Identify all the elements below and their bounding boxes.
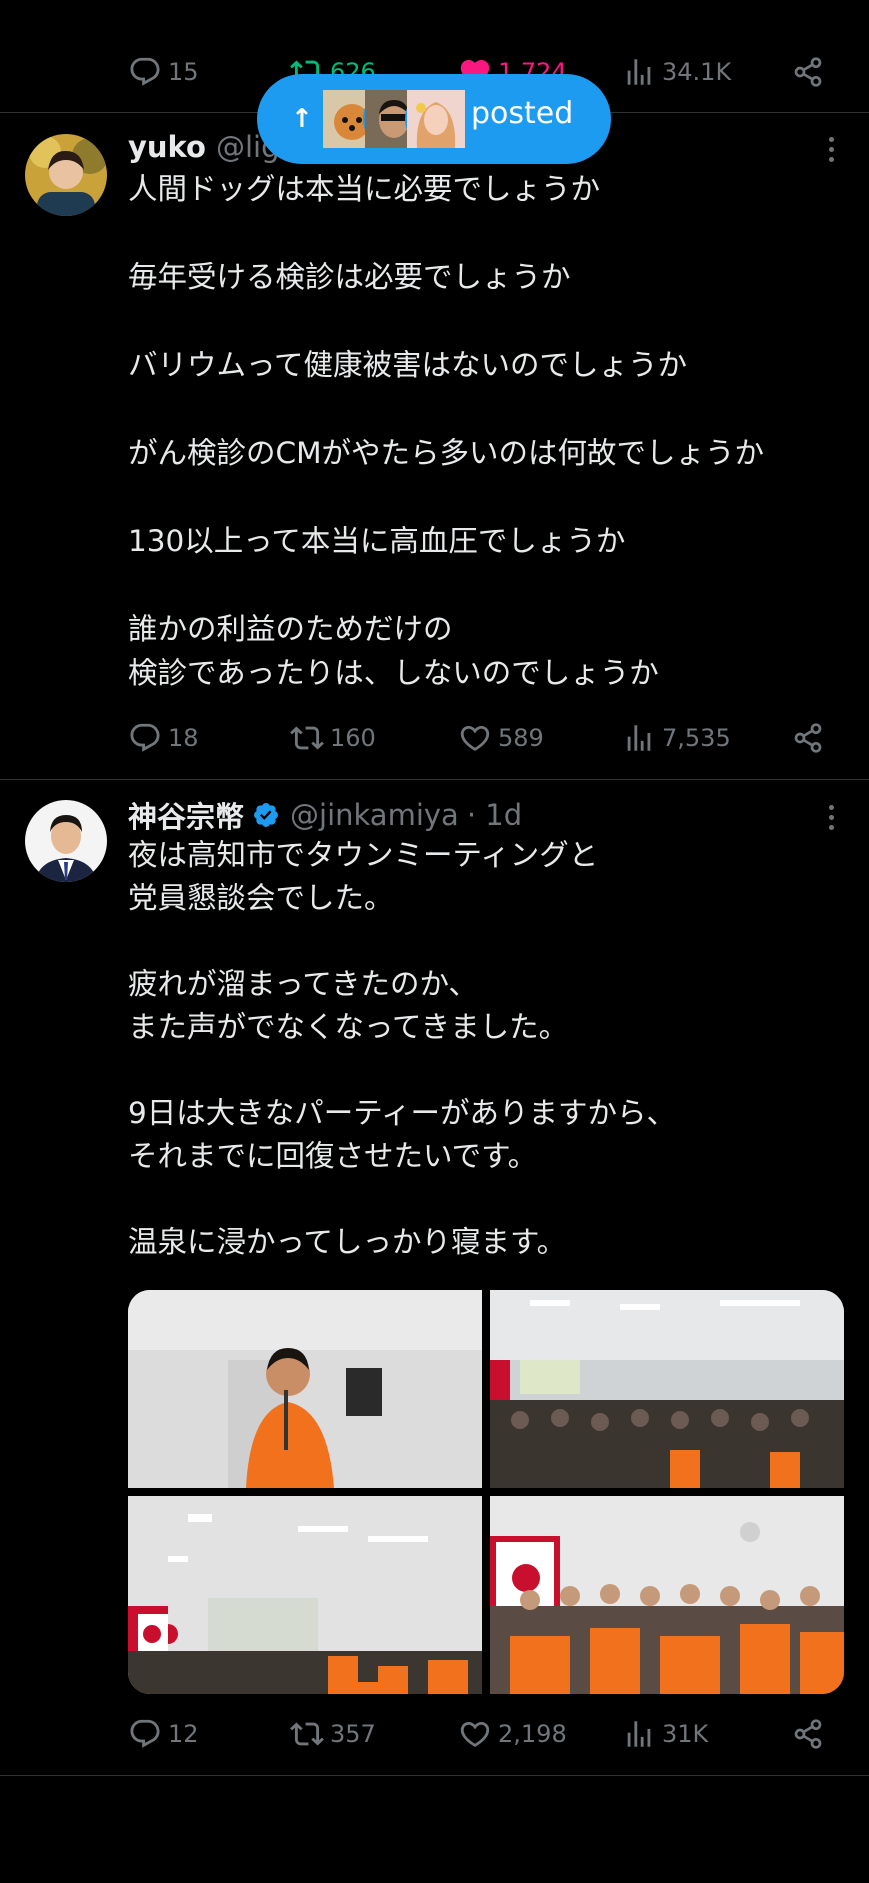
share-button[interactable] [788, 718, 828, 758]
avatar-jinkamiya[interactable] [25, 800, 107, 882]
text-line: また声がでなくなってきました。 [128, 1010, 569, 1044]
like-count: 2,198 [498, 1720, 567, 1748]
text-line: それまでに回復させたいです。 [128, 1139, 538, 1173]
like-button[interactable]: 589 [458, 718, 544, 758]
reply-button[interactable]: 15 [128, 52, 199, 92]
tweet2-action-bar: 12 357 2,198 31K [128, 1714, 828, 1754]
views-count: 31K [662, 1720, 709, 1748]
media-grid [128, 1290, 844, 1694]
tweet1-header: yuko @lig [128, 127, 280, 167]
more-icon[interactable] [821, 129, 841, 169]
views-icon [627, 59, 651, 85]
views-count: 34.1K [662, 58, 732, 86]
views-icon [627, 725, 651, 751]
text-line: 疲れが溜まってきたのか、 [128, 967, 478, 1001]
new-posts-pill[interactable]: ↑ posted [257, 74, 611, 164]
retweet-button[interactable]: 357 [290, 1714, 376, 1754]
tweet1-action-bar: 18 160 589 7,535 [128, 718, 828, 758]
media-photo-speaker[interactable] [128, 1290, 482, 1488]
reply-icon [130, 1719, 160, 1748]
like-icon [460, 725, 490, 751]
text-line: がん検診のCMがやたら多いのは何故でしょうか [128, 436, 765, 470]
text-line: 党員懇談会でした。 [128, 881, 394, 915]
share-icon [794, 1719, 822, 1749]
views-icon [627, 1721, 651, 1747]
retweet-button[interactable]: 160 [290, 718, 376, 758]
like-count: 589 [498, 724, 544, 752]
retweet-icon [290, 1722, 324, 1746]
retweet-icon [290, 726, 324, 750]
reply-button[interactable]: 18 [128, 718, 199, 758]
share-icon [794, 57, 822, 87]
avatar-yuko[interactable] [25, 134, 107, 216]
tweet1-text: 人間ドッグは本当に必要でしょうか 毎年受ける検診は必要でしょうか バリウムって健… [128, 167, 848, 695]
text-line: 130以上って本当に高血圧でしょうか [128, 524, 626, 558]
text-line: 9日は大きなパーティーがありますから、 [128, 1096, 676, 1130]
post-time[interactable]: · 1d [467, 798, 522, 832]
arrow-up-icon: ↑ [291, 104, 313, 134]
reply-count: 18 [168, 724, 199, 752]
share-button[interactable] [788, 1714, 828, 1754]
media-photo-hall[interactable] [128, 1496, 482, 1694]
author-name[interactable]: yuko [128, 130, 206, 164]
author-handle[interactable]: @jinkamiya [290, 798, 459, 832]
reply-icon [130, 57, 160, 86]
text-line: 毎年受ける検診は必要でしょうか [128, 260, 571, 294]
text-line: 検診であったりは、しないのでしょうか [128, 656, 659, 690]
like-button[interactable]: 2,198 [458, 1714, 567, 1754]
divider [0, 1775, 869, 1776]
more-icon[interactable] [821, 797, 841, 837]
like-icon [460, 1721, 490, 1747]
avatar-woman [405, 88, 467, 150]
views-button[interactable]: 7,535 [622, 718, 731, 758]
retweet-count: 160 [330, 724, 376, 752]
media-photo-group[interactable] [490, 1496, 844, 1694]
verified-icon [254, 803, 278, 827]
text-line: 人間ドッグは本当に必要でしょうか [128, 172, 601, 206]
divider [0, 779, 869, 780]
share-button[interactable] [788, 52, 828, 92]
views-button[interactable]: 34.1K [622, 52, 731, 92]
media-photo-audience[interactable] [490, 1290, 844, 1488]
text-line: 温泉に浸かってしっかり寝ます。 [128, 1225, 567, 1259]
text-line: バリウムって健康被害はないのでしょうか [128, 348, 688, 382]
views-count: 7,535 [662, 724, 731, 752]
pill-label: posted [471, 96, 574, 131]
reply-icon [130, 723, 160, 752]
reply-count: 15 [168, 58, 199, 86]
views-button[interactable]: 31K [622, 1714, 708, 1754]
retweet-count: 357 [330, 1720, 376, 1748]
tweet2-text: 夜は高知市でタウンミーティングと 党員懇談会でした。 疲れが溜まってきたのか、 … [128, 834, 848, 1264]
share-icon [794, 723, 822, 753]
author-name[interactable]: 神谷宗幣 [128, 794, 244, 836]
text-line: 夜は高知市でタウンミーティングと [128, 838, 599, 872]
reply-button[interactable]: 12 [128, 1714, 199, 1754]
text-line: 誰かの利益のためだけの [128, 612, 453, 646]
tweet2-header: 神谷宗幣 @jinkamiya · 1d [128, 795, 522, 835]
reply-count: 12 [168, 1720, 199, 1748]
